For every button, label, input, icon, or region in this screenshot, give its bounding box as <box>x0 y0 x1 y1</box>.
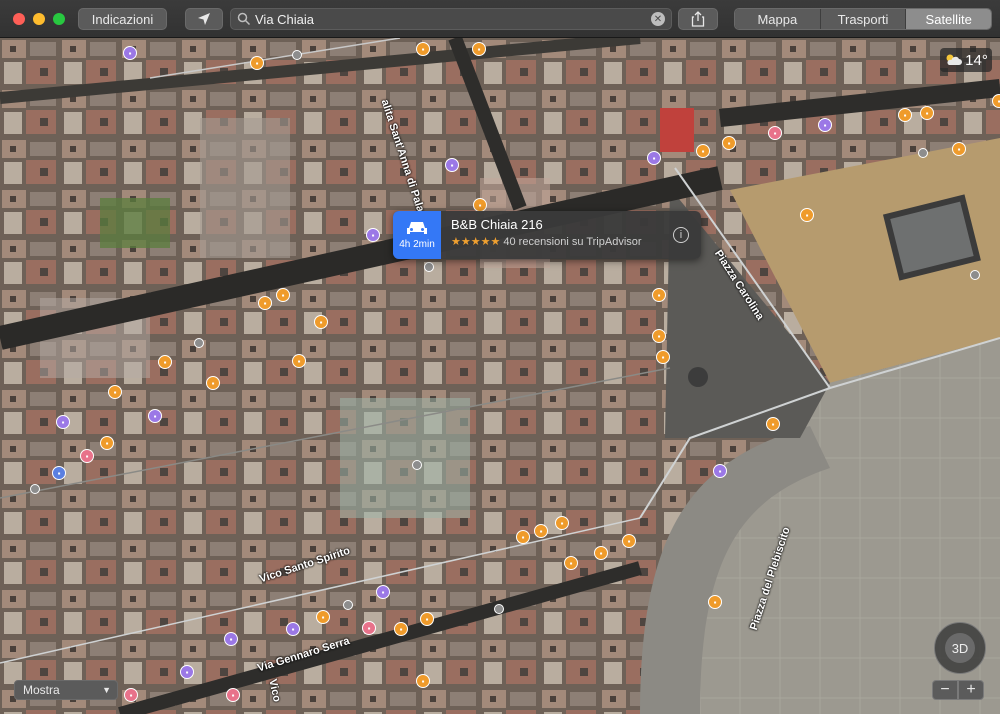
shop-pin[interactable]: ▪ <box>800 208 814 222</box>
shop-pin[interactable]: ▪ <box>722 136 736 150</box>
tab-trasporti[interactable]: Trasporti <box>820 9 907 29</box>
reviews-label: 40 recensioni su TripAdvisor <box>503 236 642 248</box>
chevron-down-icon: ▼ <box>102 685 111 695</box>
hotel-pin[interactable]: ▪ <box>286 622 300 636</box>
search-field[interactable]: ✕ <box>230 8 672 30</box>
shop-pin[interactable]: ▪ <box>250 56 264 70</box>
shop-pin[interactable]: ▪ <box>708 595 722 609</box>
poi-pin[interactable] <box>30 484 40 494</box>
shop-pin[interactable]: ▪ <box>316 610 330 624</box>
hotel-pin[interactable]: ▪ <box>123 46 137 60</box>
shop-pin[interactable]: ▪ <box>534 524 548 538</box>
clear-search-icon[interactable]: ✕ <box>651 12 665 26</box>
shop-pin[interactable]: ▪ <box>258 296 272 310</box>
clothing-pin[interactable]: ▪ <box>292 354 306 368</box>
restaurant-pin[interactable]: ▪ <box>420 612 434 626</box>
restaurant-pin[interactable]: ▪ <box>594 546 608 560</box>
hotel-pin[interactable]: ▪ <box>818 118 832 132</box>
rating-stars: ★★★★★ <box>451 236 501 248</box>
shop-pin[interactable]: ▪ <box>158 355 172 369</box>
hotel-pin[interactable]: ▪ <box>647 151 661 165</box>
poi-pin[interactable] <box>970 270 980 280</box>
weather-badge: 14° <box>940 48 992 72</box>
shop-pin[interactable]: ▪ <box>652 329 666 343</box>
share-icon <box>691 11 705 27</box>
hotel-pin[interactable]: ▪ <box>180 665 194 679</box>
shop-pin[interactable]: ▪ <box>696 144 710 158</box>
fitness-pin[interactable]: ▪ <box>52 466 66 480</box>
restaurant-pin[interactable]: ▪ <box>472 42 486 56</box>
temperature: 14° <box>965 51 988 69</box>
car-icon <box>407 222 427 234</box>
search-input[interactable] <box>251 11 651 27</box>
compass-label: 3D <box>945 633 975 663</box>
coffee-pin[interactable]: ▪ <box>766 417 780 431</box>
hotel-pin[interactable]: ▪ <box>366 228 380 242</box>
poi-pin[interactable] <box>494 604 504 614</box>
shop-pin[interactable]: ▪ <box>952 142 966 156</box>
shop-pin[interactable]: ▪ <box>206 376 220 390</box>
toolbar: Indicazioni ✕ Mappa Trasporti Satellite <box>0 0 1000 38</box>
pet-pin[interactable]: ▪ <box>226 688 240 702</box>
search-icon <box>237 12 251 26</box>
place-callout[interactable]: 4h 2min B&B Chiaia 216 ★★★★★ 40 recensio… <box>393 211 701 259</box>
compass-3d-button[interactable]: 3D <box>934 622 986 674</box>
tab-mappa[interactable]: Mappa <box>735 9 821 29</box>
hotel-pin[interactable]: ▪ <box>56 415 70 429</box>
shop-pin[interactable]: ▪ <box>564 556 578 570</box>
eta-label: 4h 2min <box>399 239 435 250</box>
satellite-map[interactable]: ▪ ▪ ▪ ▪ ▪ ▪ ▪ ▪ ▪ ▪ ▪ ▪ ▪ ▪ ▪ ▪ ▪ ▪ ▪ ▪ … <box>0 38 1000 714</box>
beauty-pin[interactable]: ▪ <box>80 449 94 463</box>
view-mode-control: Mappa Trasporti Satellite <box>734 8 992 30</box>
tab-satellite[interactable]: Satellite <box>906 9 991 29</box>
partly-cloudy-icon <box>946 54 963 65</box>
drive-directions-button[interactable]: 4h 2min <box>393 211 441 259</box>
show-menu[interactable]: Mostra ▼ <box>14 680 118 700</box>
shop-pin[interactable]: ▪ <box>992 94 1000 108</box>
bar-pin[interactable]: ▪ <box>362 621 376 635</box>
show-menu-label: Mostra <box>23 683 60 697</box>
shop-pin[interactable]: ▪ <box>314 315 328 329</box>
coffee-pin[interactable]: ▪ <box>652 288 666 302</box>
hotel-pin[interactable]: ▪ <box>713 464 727 478</box>
icecream-pin[interactable]: ▪ <box>656 350 670 364</box>
info-icon[interactable]: i <box>673 227 689 243</box>
zoom-window-button[interactable] <box>53 13 65 25</box>
shop-pin[interactable]: ▪ <box>898 108 912 122</box>
current-location-button[interactable] <box>185 8 223 30</box>
restaurant-pin[interactable]: ▪ <box>622 534 636 548</box>
poi-pin[interactable] <box>412 460 422 470</box>
callout-title: B&B Chiaia 216 <box>451 217 543 232</box>
zoom-in-button[interactable]: + <box>958 680 984 700</box>
shop-pin[interactable]: ▪ <box>416 42 430 56</box>
beauty-pin[interactable]: ▪ <box>768 126 782 140</box>
location-arrow-icon <box>198 13 210 25</box>
clothing-pin[interactable]: ▪ <box>108 385 122 399</box>
hotel-pin[interactable]: ▪ <box>376 585 390 599</box>
shop-pin[interactable]: ▪ <box>394 622 408 636</box>
directions-button[interactable]: Indicazioni <box>78 8 167 30</box>
shop-pin[interactable]: ▪ <box>555 516 569 530</box>
zoom-out-button[interactable]: − <box>932 680 958 700</box>
beauty-pin[interactable]: ▪ <box>124 688 138 702</box>
poi-pin[interactable] <box>292 50 302 60</box>
shop-pin[interactable]: ▪ <box>100 436 114 450</box>
hotel-pin[interactable]: ▪ <box>224 632 238 646</box>
poi-pin[interactable] <box>424 262 434 272</box>
close-button[interactable] <box>13 13 25 25</box>
hotel-pin[interactable]: ▪ <box>148 409 162 423</box>
hotel-pin[interactable]: ▪ <box>445 158 459 172</box>
poi-pin[interactable] <box>194 338 204 348</box>
poi-pin[interactable] <box>918 148 928 158</box>
restaurant-pin[interactable]: ▪ <box>473 198 487 212</box>
poi-pin[interactable] <box>343 600 353 610</box>
restaurant-pin[interactable]: ▪ <box>416 674 430 688</box>
share-button[interactable] <box>678 8 718 30</box>
shop-pin[interactable]: ▪ <box>276 288 290 302</box>
minimize-button[interactable] <box>33 13 45 25</box>
coffee-pin[interactable]: ▪ <box>516 530 530 544</box>
shop-pin[interactable]: ▪ <box>920 106 934 120</box>
